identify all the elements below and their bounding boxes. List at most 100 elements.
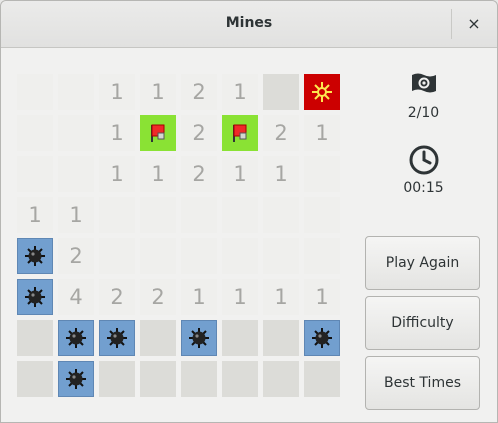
mine-cell[interactable] [58,361,94,397]
empty-cell[interactable] [181,197,217,233]
empty-cell[interactable] [263,197,299,233]
empty-cell[interactable] [58,115,94,151]
number-cell[interactable]: 1 [99,74,135,110]
difficulty-label: Difficulty [391,315,454,331]
number-cell[interactable]: 1 [181,279,217,315]
cell-number: 1 [69,203,83,227]
number-cell[interactable]: 2 [58,238,94,274]
number-cell[interactable]: 1 [99,115,135,151]
play-again-button[interactable]: Play Again [365,236,480,290]
mine-icon [189,328,209,348]
number-cell[interactable]: 1 [140,156,176,192]
cell-number: 1 [233,162,247,186]
covered-cell[interactable] [140,320,176,356]
play-again-label: Play Again [385,255,460,271]
covered-cell[interactable] [17,361,53,397]
cell-number: 1 [28,203,42,227]
number-cell[interactable]: 2 [99,279,135,315]
empty-cell[interactable] [263,238,299,274]
number-cell[interactable]: 1 [263,279,299,315]
number-cell[interactable]: 1 [17,197,53,233]
empty-cell[interactable] [17,74,53,110]
mine-cell[interactable] [99,320,135,356]
number-cell[interactable]: 1 [222,74,258,110]
empty-cell[interactable] [222,238,258,274]
covered-cell[interactable] [140,361,176,397]
covered-cell[interactable] [222,320,258,356]
covered-cell[interactable] [263,361,299,397]
mines-window: Mines × 1 1 2 1 1 2 2 1 1 1 2 1 1 1 1 2 4 2 2 1 1 1 1 2/10 00:… [0,0,498,423]
cell-number: 1 [151,80,165,104]
cell-number: 1 [110,80,124,104]
title-bar: Mines × [1,1,497,48]
best-times-button[interactable]: Best Times [365,356,480,410]
mine-cell[interactable] [17,279,53,315]
cell-number: 2 [69,244,83,268]
number-cell[interactable]: 4 [58,279,94,315]
mine-icon [66,369,86,389]
cell-number: 1 [110,121,124,145]
mine-cell[interactable] [181,320,217,356]
empty-cell[interactable] [140,197,176,233]
number-cell[interactable]: 1 [222,156,258,192]
cell-number: 2 [274,121,288,145]
number-cell[interactable]: 2 [263,115,299,151]
difficulty-button[interactable]: Difficulty [365,296,480,350]
covered-cell[interactable] [263,74,299,110]
empty-cell[interactable] [99,197,135,233]
covered-cell[interactable] [17,320,53,356]
exploded-mine-icon [312,82,332,102]
mine-icon [25,246,45,266]
close-button[interactable]: × [458,11,490,37]
clock-icon [409,145,438,175]
number-cell[interactable]: 1 [304,115,340,151]
empty-cell[interactable] [58,156,94,192]
exploded-mine-cell[interactable] [304,74,340,110]
number-cell[interactable]: 2 [181,156,217,192]
empty-cell[interactable] [17,156,53,192]
empty-cell[interactable] [304,238,340,274]
elapsed-time: 00:15 [403,180,444,196]
covered-cell[interactable] [222,361,258,397]
cell-number: 2 [192,121,206,145]
flag-marker-icon [151,124,165,142]
cell-number: 2 [151,285,165,309]
flagged-cell[interactable] [140,115,176,151]
cell-number: 1 [192,285,206,309]
covered-cell[interactable] [99,361,135,397]
cell-number: 1 [315,285,329,309]
number-cell[interactable]: 1 [222,279,258,315]
number-cell[interactable]: 1 [140,74,176,110]
best-times-label: Best Times [383,375,461,391]
titlebar-separator [451,9,452,39]
covered-cell[interactable] [181,361,217,397]
covered-cell[interactable] [304,361,340,397]
cell-number: 2 [192,80,206,104]
empty-cell[interactable] [222,197,258,233]
mine-cell[interactable] [58,320,94,356]
empty-cell[interactable] [181,238,217,274]
number-cell[interactable]: 2 [181,115,217,151]
empty-cell[interactable] [17,115,53,151]
cell-number: 1 [151,162,165,186]
number-cell[interactable]: 1 [263,156,299,192]
flagged-cell[interactable] [222,115,258,151]
empty-cell[interactable] [58,74,94,110]
empty-cell[interactable] [140,238,176,274]
cell-number: 2 [192,162,206,186]
cell-number: 2 [110,285,124,309]
mine-cell[interactable] [17,238,53,274]
mine-cell[interactable] [304,320,340,356]
empty-cell[interactable] [304,156,340,192]
number-cell[interactable]: 2 [140,279,176,315]
empty-cell[interactable] [304,197,340,233]
covered-cell[interactable] [263,320,299,356]
number-cell[interactable]: 1 [304,279,340,315]
mine-icon [66,328,86,348]
number-cell[interactable]: 1 [58,197,94,233]
number-cell[interactable]: 2 [181,74,217,110]
flag-marker-icon [233,124,247,142]
flag-counter-icon-box [365,71,482,97]
number-cell[interactable]: 1 [99,156,135,192]
empty-cell[interactable] [99,238,135,274]
